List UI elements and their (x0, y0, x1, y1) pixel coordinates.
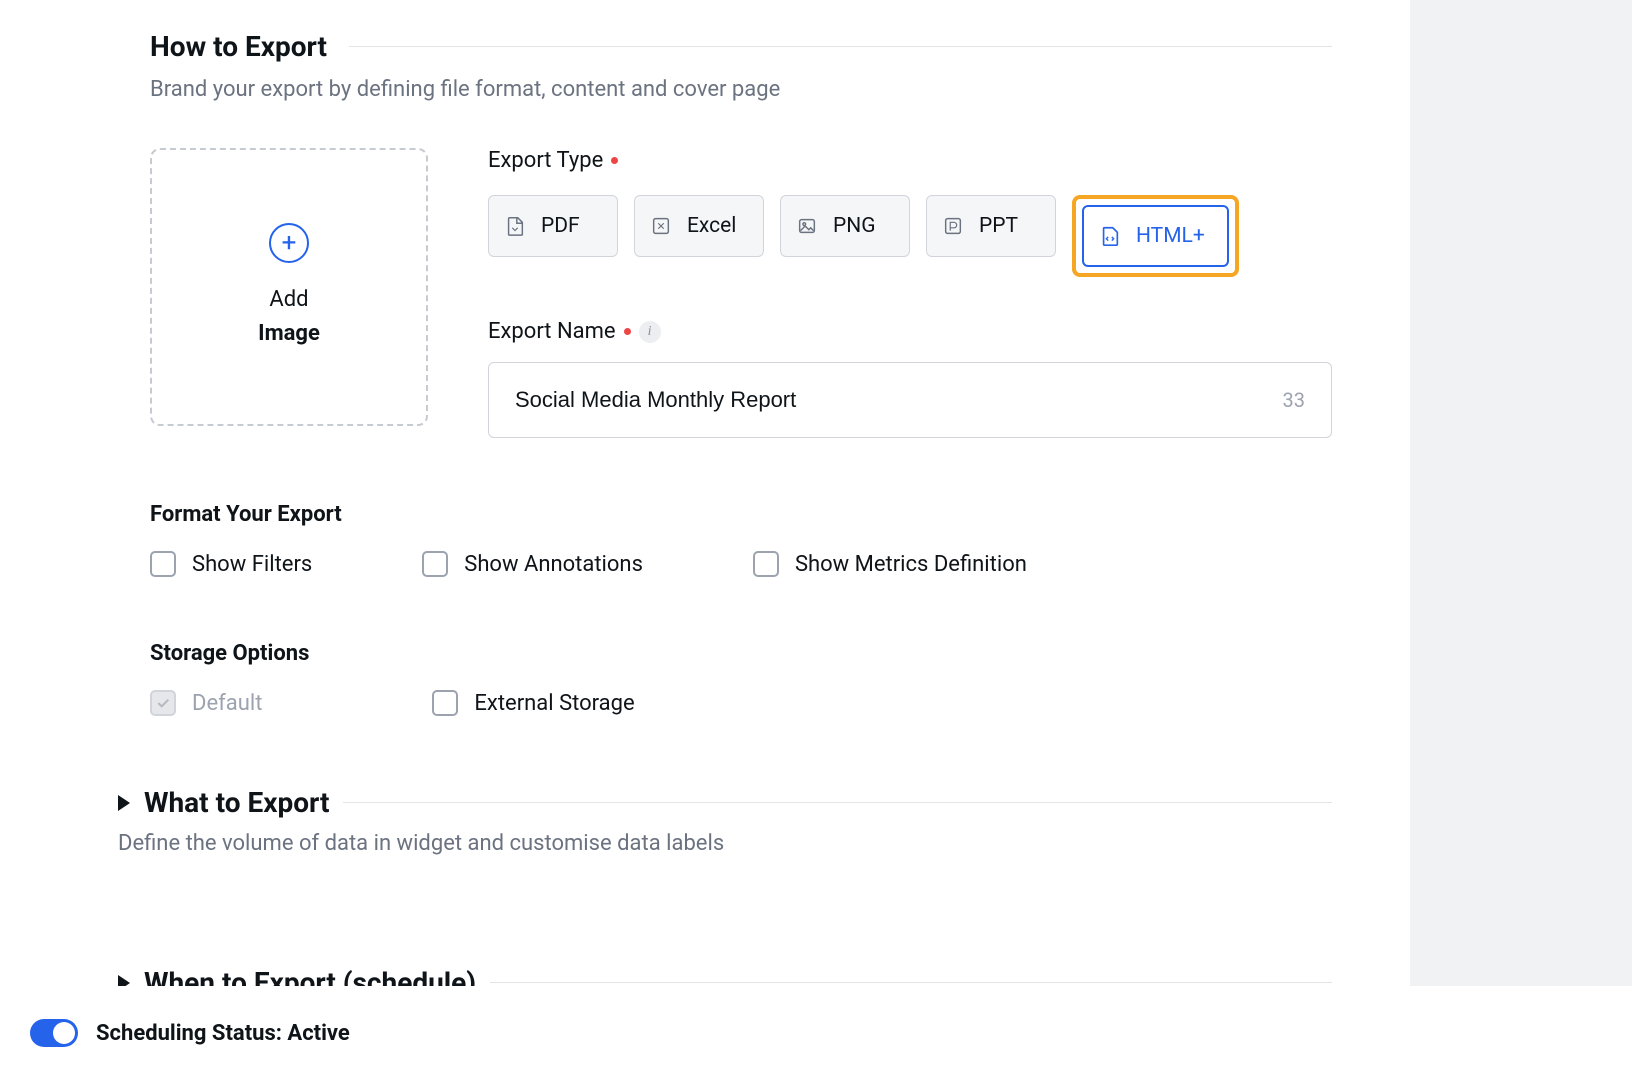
storage-section-title: Storage Options (150, 641, 1332, 666)
char-count: 33 (1283, 388, 1305, 412)
side-panel (1410, 0, 1632, 986)
checkbox-icon (432, 690, 458, 716)
footer-bar: Scheduling Status: Active (0, 986, 1632, 1080)
format-section-title: Format Your Export (150, 502, 1332, 527)
export-type-html-label: HTML+ (1136, 224, 1205, 248)
section-how-to-export: How to Export (150, 30, 1332, 63)
toggle-knob-icon (53, 1022, 75, 1044)
section-subtitle: Brand your export by defining file forma… (150, 77, 1332, 102)
pdf-file-icon (503, 214, 527, 238)
checkbox-icon (150, 551, 176, 577)
checkbox-show-filters[interactable]: Show Filters (150, 551, 312, 577)
ppt-file-icon (941, 214, 965, 238)
section-what-to-export-toggle[interactable]: What to Export (118, 786, 1332, 819)
caret-right-icon (118, 795, 130, 811)
checkbox-label: Default (192, 691, 262, 716)
checkbox-label: External Storage (474, 691, 634, 716)
export-type-ppt[interactable]: PPT (926, 195, 1056, 257)
excel-file-icon (649, 214, 673, 238)
checkbox-icon (422, 551, 448, 577)
checkbox-label: Show Filters (192, 552, 312, 577)
divider (343, 802, 1332, 803)
image-file-icon (795, 214, 819, 238)
export-type-excel[interactable]: Excel (634, 195, 764, 257)
export-type-ppt-label: PPT (979, 214, 1018, 238)
highlight-html-option: HTML+ (1072, 195, 1239, 277)
export-name-text: Export Name (488, 319, 616, 344)
section-title: How to Export (150, 30, 327, 63)
section-subtitle: Define the volume of data in widget and … (118, 831, 1332, 856)
add-image-line1: Add (258, 283, 320, 317)
export-type-html[interactable]: HTML+ (1082, 205, 1229, 267)
required-dot-icon (624, 328, 631, 335)
export-name-field[interactable]: 33 (488, 362, 1332, 438)
export-type-png[interactable]: PNG (780, 195, 910, 257)
add-image-dropzone[interactable]: + Add Image (150, 148, 428, 426)
divider (490, 982, 1332, 983)
code-file-icon (1098, 224, 1122, 248)
section-title: What to Export (144, 786, 329, 819)
checkbox-label: Show Metrics Definition (795, 552, 1027, 577)
export-type-pdf-label: PDF (541, 214, 580, 238)
checkbox-show-metrics[interactable]: Show Metrics Definition (753, 551, 1027, 577)
info-icon[interactable]: i (639, 321, 661, 343)
scheduling-status-label: Scheduling Status: Active (96, 1021, 350, 1046)
scheduling-status-toggle[interactable] (30, 1019, 78, 1047)
add-image-line2: Image (258, 317, 320, 351)
divider (349, 46, 1332, 47)
checkbox-storage-external[interactable]: External Storage (432, 690, 634, 716)
checkbox-checked-disabled-icon (150, 690, 176, 716)
export-name-label: Export Name i (488, 319, 1332, 344)
plus-icon: + (269, 223, 309, 263)
export-type-pdf[interactable]: PDF (488, 195, 618, 257)
export-type-png-label: PNG (833, 214, 876, 238)
checkbox-show-annotations[interactable]: Show Annotations (422, 551, 643, 577)
export-name-input[interactable] (515, 387, 1263, 413)
add-image-label: Add Image (258, 283, 320, 351)
checkbox-label: Show Annotations (464, 552, 643, 577)
checkbox-icon (753, 551, 779, 577)
export-type-excel-label: Excel (687, 214, 736, 238)
checkbox-storage-default: Default (150, 690, 262, 716)
required-dot-icon (611, 157, 618, 164)
export-type-text: Export Type (488, 148, 603, 173)
export-type-label: Export Type (488, 148, 1332, 173)
